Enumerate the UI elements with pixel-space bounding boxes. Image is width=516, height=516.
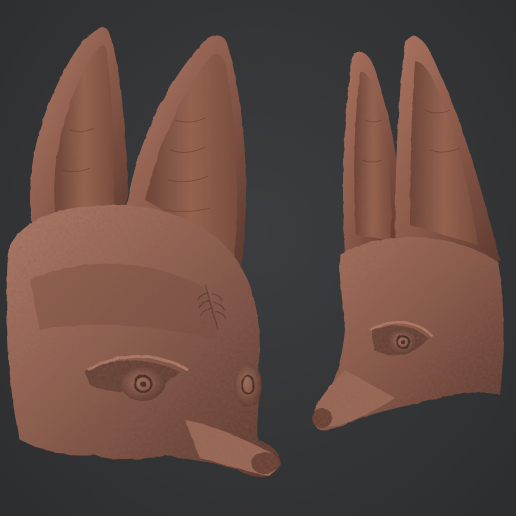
right-mask-back-ear-inner [354, 71, 392, 240]
left-fox-mask [6, 27, 281, 477]
right-fox-mask [312, 36, 504, 431]
right-mask-skin-texture [313, 237, 504, 431]
sculpt-render-scene [6, 27, 504, 477]
render-viewport [0, 0, 516, 516]
